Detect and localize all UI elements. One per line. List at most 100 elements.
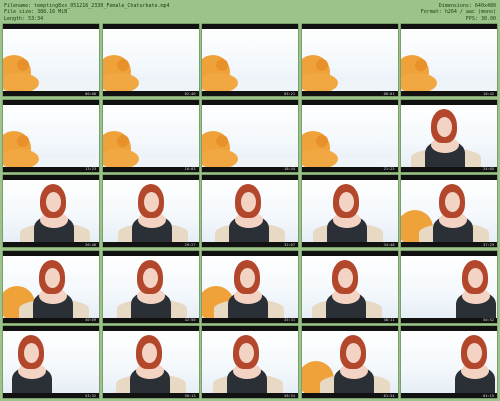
video-thumbnail[interactable]: 26:46 xyxy=(3,175,99,247)
video-thumbnail[interactable]: 45:31 xyxy=(202,250,298,323)
face xyxy=(437,116,452,137)
letterbox-bottom: 34:48 xyxy=(301,242,398,247)
video-thumbnail[interactable]: 29:27 xyxy=(102,175,199,247)
letterbox-bottom: 21:25 xyxy=(301,166,398,172)
video-thumbnail[interactable]: 21:25 xyxy=(301,99,398,172)
video-frame xyxy=(301,180,398,242)
video-thumbnail[interactable]: 18:44 xyxy=(202,99,298,172)
letterbox-bottom: 48:11 xyxy=(301,317,398,323)
video-frame xyxy=(301,29,398,91)
video-thumbnail[interactable]: 02:40 xyxy=(102,24,199,96)
video-thumbnail[interactable]: 61:34 xyxy=(301,326,398,398)
timestamp-label: 61:34 xyxy=(383,393,395,398)
filename-text: Filename: tempting8xx_051216_2330_Female… xyxy=(4,3,170,9)
letterbox-bottom: 61:34 xyxy=(301,393,398,398)
timestamp-label: 08:01 xyxy=(383,91,395,96)
timestamp-label: 32:07 xyxy=(284,242,295,247)
letterbox-bottom: 16:03 xyxy=(102,166,199,172)
video-frame xyxy=(3,255,99,318)
video-thumbnail[interactable]: 00:00 xyxy=(3,24,99,96)
timestamp-label: 64:15 xyxy=(483,393,494,398)
video-frame xyxy=(202,331,298,393)
video-frame xyxy=(202,29,298,91)
teddy-bear-body xyxy=(3,73,39,91)
letterbox-bottom: 24:05 xyxy=(401,166,497,172)
video-thumbnail[interactable]: 16:03 xyxy=(102,99,199,172)
teddy-bear-body xyxy=(202,73,238,91)
dimensions-text: Dimensions: 640x480 xyxy=(438,3,496,9)
teddy-bear-body xyxy=(3,148,39,167)
video-thumbnail[interactable]: 53:32 xyxy=(3,326,99,398)
video-thumbnail[interactable]: 05:21 xyxy=(202,24,298,96)
video-thumbnail[interactable]: 13:23 xyxy=(3,99,99,172)
timestamp-label: 16:03 xyxy=(184,167,196,171)
teddy-bear-ear xyxy=(415,59,427,71)
timestamp-label: 48:11 xyxy=(383,318,395,322)
teddy-bear-body xyxy=(102,148,139,167)
file-info-right: Dimensions: 640x480 Format: h264 / aac (… xyxy=(421,3,496,22)
video-frame xyxy=(102,29,199,91)
video-thumbnail[interactable]: 48:11 xyxy=(301,250,398,323)
teddy-bear-ear xyxy=(216,134,228,147)
video-thumbnail[interactable]: 24:05 xyxy=(401,99,497,172)
video-frame xyxy=(401,29,497,91)
video-frame xyxy=(401,104,497,167)
timestamp-label: 45:31 xyxy=(284,318,295,322)
timestamp-label: 13:23 xyxy=(85,167,96,171)
letterbox-bottom: 00:00 xyxy=(3,91,99,96)
video-frame xyxy=(102,255,199,318)
face xyxy=(141,343,157,363)
video-frame xyxy=(301,255,398,318)
teddy-bear-body xyxy=(102,73,139,91)
file-info-left: Filename: tempting8xx_051216_2330_Female… xyxy=(4,3,170,22)
letterbox-bottom: 13:23 xyxy=(3,166,99,172)
video-thumbnail[interactable]: 34:48 xyxy=(301,175,398,247)
video-thumbnail[interactable]: 10:42 xyxy=(401,24,497,96)
teddy-bear-ear xyxy=(116,134,129,147)
video-thumbnail[interactable]: 42:50 xyxy=(102,250,199,323)
format-text: Format: h264 / aac (mono) xyxy=(420,9,496,16)
video-thumbnail[interactable]: 32:07 xyxy=(202,175,298,247)
teddy-bear-ear xyxy=(315,134,328,147)
letterbox-bottom: 40:09 xyxy=(3,317,99,323)
timestamp-label: 53:32 xyxy=(85,393,96,398)
video-frame xyxy=(301,331,398,393)
face xyxy=(239,343,254,363)
teddy-bear-body xyxy=(301,73,338,91)
video-thumbnail[interactable]: 56:13 xyxy=(102,326,199,398)
face xyxy=(467,343,482,363)
teddy-bear-ear xyxy=(315,59,328,71)
video-thumbnail[interactable]: 37:29 xyxy=(401,175,497,247)
letterbox-bottom: 08:01 xyxy=(301,91,398,96)
face xyxy=(445,192,460,212)
timestamp-label: 02:40 xyxy=(184,91,196,96)
timestamp-label: 58:54 xyxy=(284,393,295,398)
letterbox-bottom: 02:40 xyxy=(102,91,199,96)
video-frame xyxy=(401,331,497,393)
timestamp-label: 29:27 xyxy=(184,242,196,247)
timestamp-label: 21:25 xyxy=(383,167,395,171)
letterbox-bottom: 32:07 xyxy=(202,242,298,247)
letterbox-bottom: 18:44 xyxy=(202,166,298,172)
video-thumbnail[interactable]: 50:52 xyxy=(401,250,497,323)
face xyxy=(338,192,354,212)
timestamp-label: 24:05 xyxy=(483,167,494,171)
teddy-bear-ear xyxy=(17,134,29,147)
thumbnail-grid: 00:00 02:40 05:21 08:01 10:42 13:23 16:03 18:44… xyxy=(3,24,497,398)
video-thumbnail[interactable]: 08:01 xyxy=(301,24,398,96)
video-thumbnail[interactable]: 58:54 xyxy=(202,326,298,398)
timestamp-label: 05:21 xyxy=(284,91,295,96)
video-thumbnail[interactable]: 40:09 xyxy=(3,250,99,323)
timestamp-label: 40:09 xyxy=(85,318,96,322)
timestamp-label: 42:50 xyxy=(184,318,196,322)
video-frame xyxy=(102,331,199,393)
letterbox-bottom: 50:52 xyxy=(401,317,497,323)
filesize-text: File size: 388.16 MiB xyxy=(4,9,68,16)
teddy-bear-body xyxy=(301,148,338,167)
letterbox-bottom: 53:32 xyxy=(3,393,99,398)
teddy-bear-ear xyxy=(116,59,129,71)
video-thumbnail[interactable]: 64:15 xyxy=(401,326,497,398)
face xyxy=(142,267,158,288)
video-frame xyxy=(3,104,99,167)
timestamp-label: 50:52 xyxy=(483,318,494,322)
